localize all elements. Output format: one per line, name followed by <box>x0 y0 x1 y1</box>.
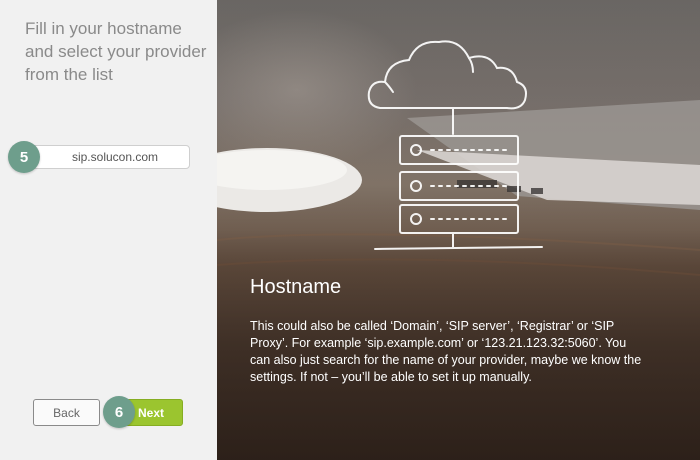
hostname-input[interactable] <box>22 145 190 169</box>
background-photo <box>217 40 700 276</box>
instruction-text: Fill in your hostname and select your pr… <box>25 19 207 84</box>
left-panel: Fill in your hostname and select your pr… <box>0 0 217 460</box>
step-badge-5: 5 <box>8 141 40 173</box>
info-title: Hostname <box>250 276 342 298</box>
back-button[interactable]: Back <box>33 399 100 426</box>
info-description: This could also be called ‘Domain’, ‘SIP… <box>250 319 642 384</box>
info-panel: Hostname This could also be called ‘Doma… <box>217 0 700 460</box>
step-badge-6: 6 <box>103 396 135 428</box>
